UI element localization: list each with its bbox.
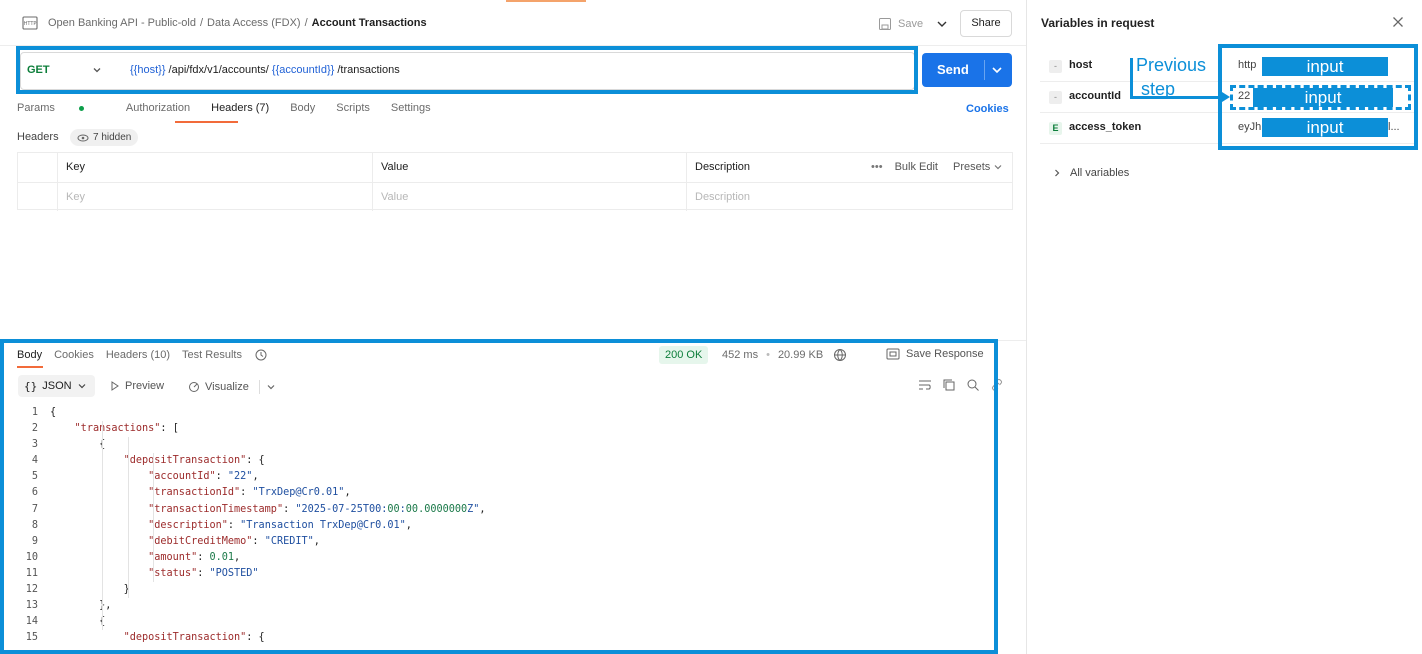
send-label[interactable]: Send [937, 62, 969, 77]
breadcrumb-collection[interactable]: Open Banking API - Public-old [48, 17, 196, 29]
all-variables-toggle[interactable]: All variables [1052, 167, 1129, 179]
tab-active-underline [175, 121, 238, 123]
more-options-icon[interactable]: ••• [871, 161, 883, 173]
tab-body[interactable]: Body [290, 102, 315, 114]
variable-name: access_token [1069, 121, 1142, 133]
url-bar-highlight [16, 46, 918, 94]
variable-name: host [1069, 59, 1093, 71]
previous-step-line-1: Previous [1136, 55, 1207, 75]
params-active-dot [78, 105, 84, 111]
tab-authorization[interactable]: Authorization [126, 102, 190, 114]
chevron-right-icon [1055, 169, 1060, 177]
variable-name: accountId [1069, 90, 1121, 102]
request-tabs: Params Authorization Headers (7) Body Sc… [17, 102, 452, 114]
headers-table: Key Value Description Key Value Descript… [17, 152, 1013, 211]
breadcrumb: Open Banking API - Public-old / Data Acc… [48, 17, 427, 29]
tab-headers[interactable]: Headers (7) [211, 102, 269, 114]
environment-badge: E [1049, 122, 1062, 135]
tab-scripts[interactable]: Scripts [336, 102, 370, 114]
tab-params-label: Params [17, 102, 55, 114]
breadcrumb-current[interactable]: Account Transactions [312, 17, 427, 29]
bulk-edit-label: Bulk Edit [894, 161, 938, 173]
previous-step-label: Previous step [1136, 53, 1206, 101]
eye-icon [77, 134, 89, 141]
breadcrumb-separator: / [304, 17, 308, 29]
variables-panel-title: Variables in request [1041, 16, 1155, 30]
share-button[interactable]: Share [960, 10, 1012, 37]
breadcrumb-folder[interactable]: Data Access (FDX) [207, 17, 301, 29]
save-icon [879, 18, 891, 30]
key-input[interactable]: Key [58, 182, 373, 211]
previous-step-line-2: step [1141, 79, 1176, 99]
svg-text:HTTP: HTTP [24, 21, 37, 27]
hidden-headers-toggle[interactable]: 7 hidden [70, 129, 139, 146]
hidden-count: 7 hidden [93, 132, 132, 143]
variable-scope-badge: - [1049, 60, 1062, 73]
chevron-down-icon [994, 165, 1002, 170]
value-input[interactable]: Value [373, 182, 687, 211]
send-options-chevron-icon[interactable] [991, 65, 1003, 78]
http-request-icon: HTTP [22, 16, 38, 30]
annotation-line [1130, 58, 1133, 98]
variable-scope-badge: - [1049, 91, 1062, 104]
response-highlight [0, 339, 998, 654]
all-variables-label: All variables [1070, 167, 1130, 179]
presets-dropdown[interactable]: Presets [953, 161, 1003, 173]
close-icon[interactable] [1392, 16, 1404, 31]
redacted-input-token: input [1262, 118, 1388, 137]
breadcrumb-separator: / [199, 17, 204, 29]
tab-params[interactable]: Params [17, 102, 105, 114]
column-header-key: Key [58, 153, 373, 182]
checkbox-column [18, 153, 58, 182]
bulk-edit-button[interactable]: ••• Bulk Edit [871, 161, 938, 173]
cookies-link[interactable]: Cookies [966, 103, 1009, 115]
save-label: Save [898, 18, 924, 30]
description-input[interactable]: Description [687, 182, 1013, 211]
active-tab-indicator [506, 0, 586, 2]
new-row-checkbox [18, 182, 58, 211]
redacted-input-host: input [1262, 57, 1388, 76]
save-options-chevron-icon[interactable] [932, 14, 952, 34]
previous-step-target [1230, 85, 1411, 110]
tab-settings[interactable]: Settings [391, 102, 431, 114]
headers-label: Headers [17, 131, 59, 143]
annotation-arrow-icon [1222, 92, 1230, 102]
save-button[interactable]: Save [878, 14, 923, 34]
send-divider [984, 60, 985, 80]
column-header-value: Value [373, 153, 687, 182]
presets-label: Presets [953, 161, 991, 173]
